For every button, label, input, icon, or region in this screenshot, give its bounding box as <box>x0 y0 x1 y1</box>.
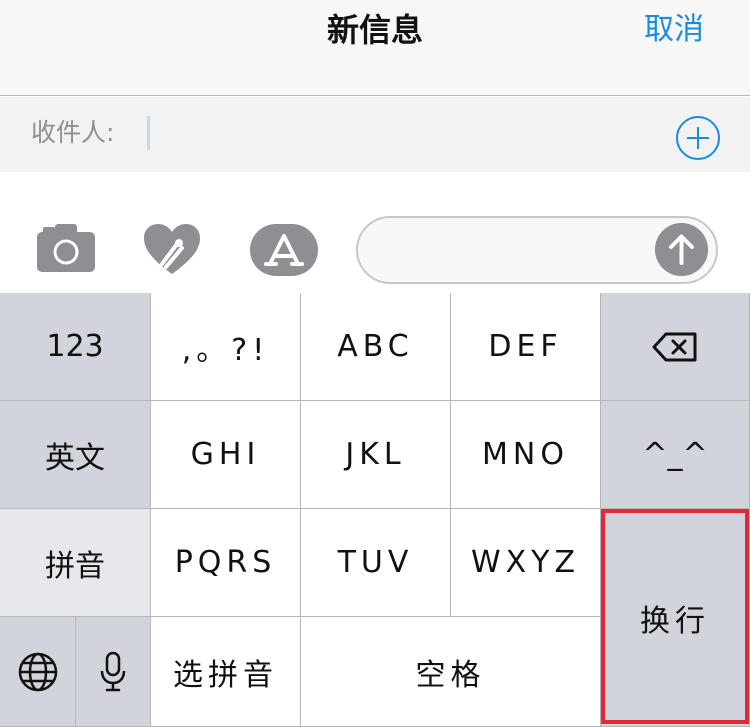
key-globe[interactable] <box>0 617 76 727</box>
globe-icon <box>18 652 57 691</box>
text-cursor <box>147 116 150 150</box>
key-abc[interactable]: ABC <box>301 293 451 401</box>
key-pinyin[interactable]: 拼音 <box>0 509 151 617</box>
keyboard: 123 ,。?! ABC DEF 英文 GHI JKL MNO ^_^ 拼音 P… <box>0 293 750 727</box>
key-def[interactable]: DEF <box>451 293 601 401</box>
send-arrow-icon[interactable] <box>655 223 708 276</box>
key-tuv[interactable]: TUV <box>301 509 451 617</box>
key-123[interactable]: 123 <box>0 293 151 401</box>
key-pqrs[interactable]: PQRS <box>151 509 301 617</box>
return-label: 换行 <box>640 603 710 639</box>
key-wxyz[interactable]: WXYZ <box>451 509 601 617</box>
cancel-button[interactable]: 取消 <box>644 8 704 52</box>
recipient-row[interactable]: 收件人: <box>0 97 750 172</box>
key-select-pinyin[interactable]: 选拼音 <box>151 617 301 727</box>
key-delete[interactable] <box>601 293 750 401</box>
key-english[interactable]: 英文 <box>0 401 151 509</box>
key-ghi[interactable]: GHI <box>151 401 301 509</box>
key-space[interactable]: 空格 <box>301 617 601 727</box>
key-mic[interactable] <box>76 617 151 727</box>
mic-icon <box>100 651 126 691</box>
digital-touch-icon[interactable] <box>144 224 200 276</box>
key-jkl[interactable]: JKL <box>301 401 451 509</box>
app-store-icon[interactable] <box>250 224 318 276</box>
delete-icon <box>652 332 697 361</box>
page-title: 新信息 <box>326 11 423 49</box>
recipient-label: 收件人: <box>31 118 115 147</box>
key-emoticon[interactable]: ^_^ <box>601 401 750 509</box>
camera-icon[interactable] <box>37 224 95 272</box>
add-contact-button[interactable] <box>676 116 720 160</box>
key-punctuation[interactable]: ,。?! <box>151 293 301 401</box>
key-mno[interactable]: MNO <box>451 401 601 509</box>
key-return[interactable]: 换行 <box>601 509 750 727</box>
